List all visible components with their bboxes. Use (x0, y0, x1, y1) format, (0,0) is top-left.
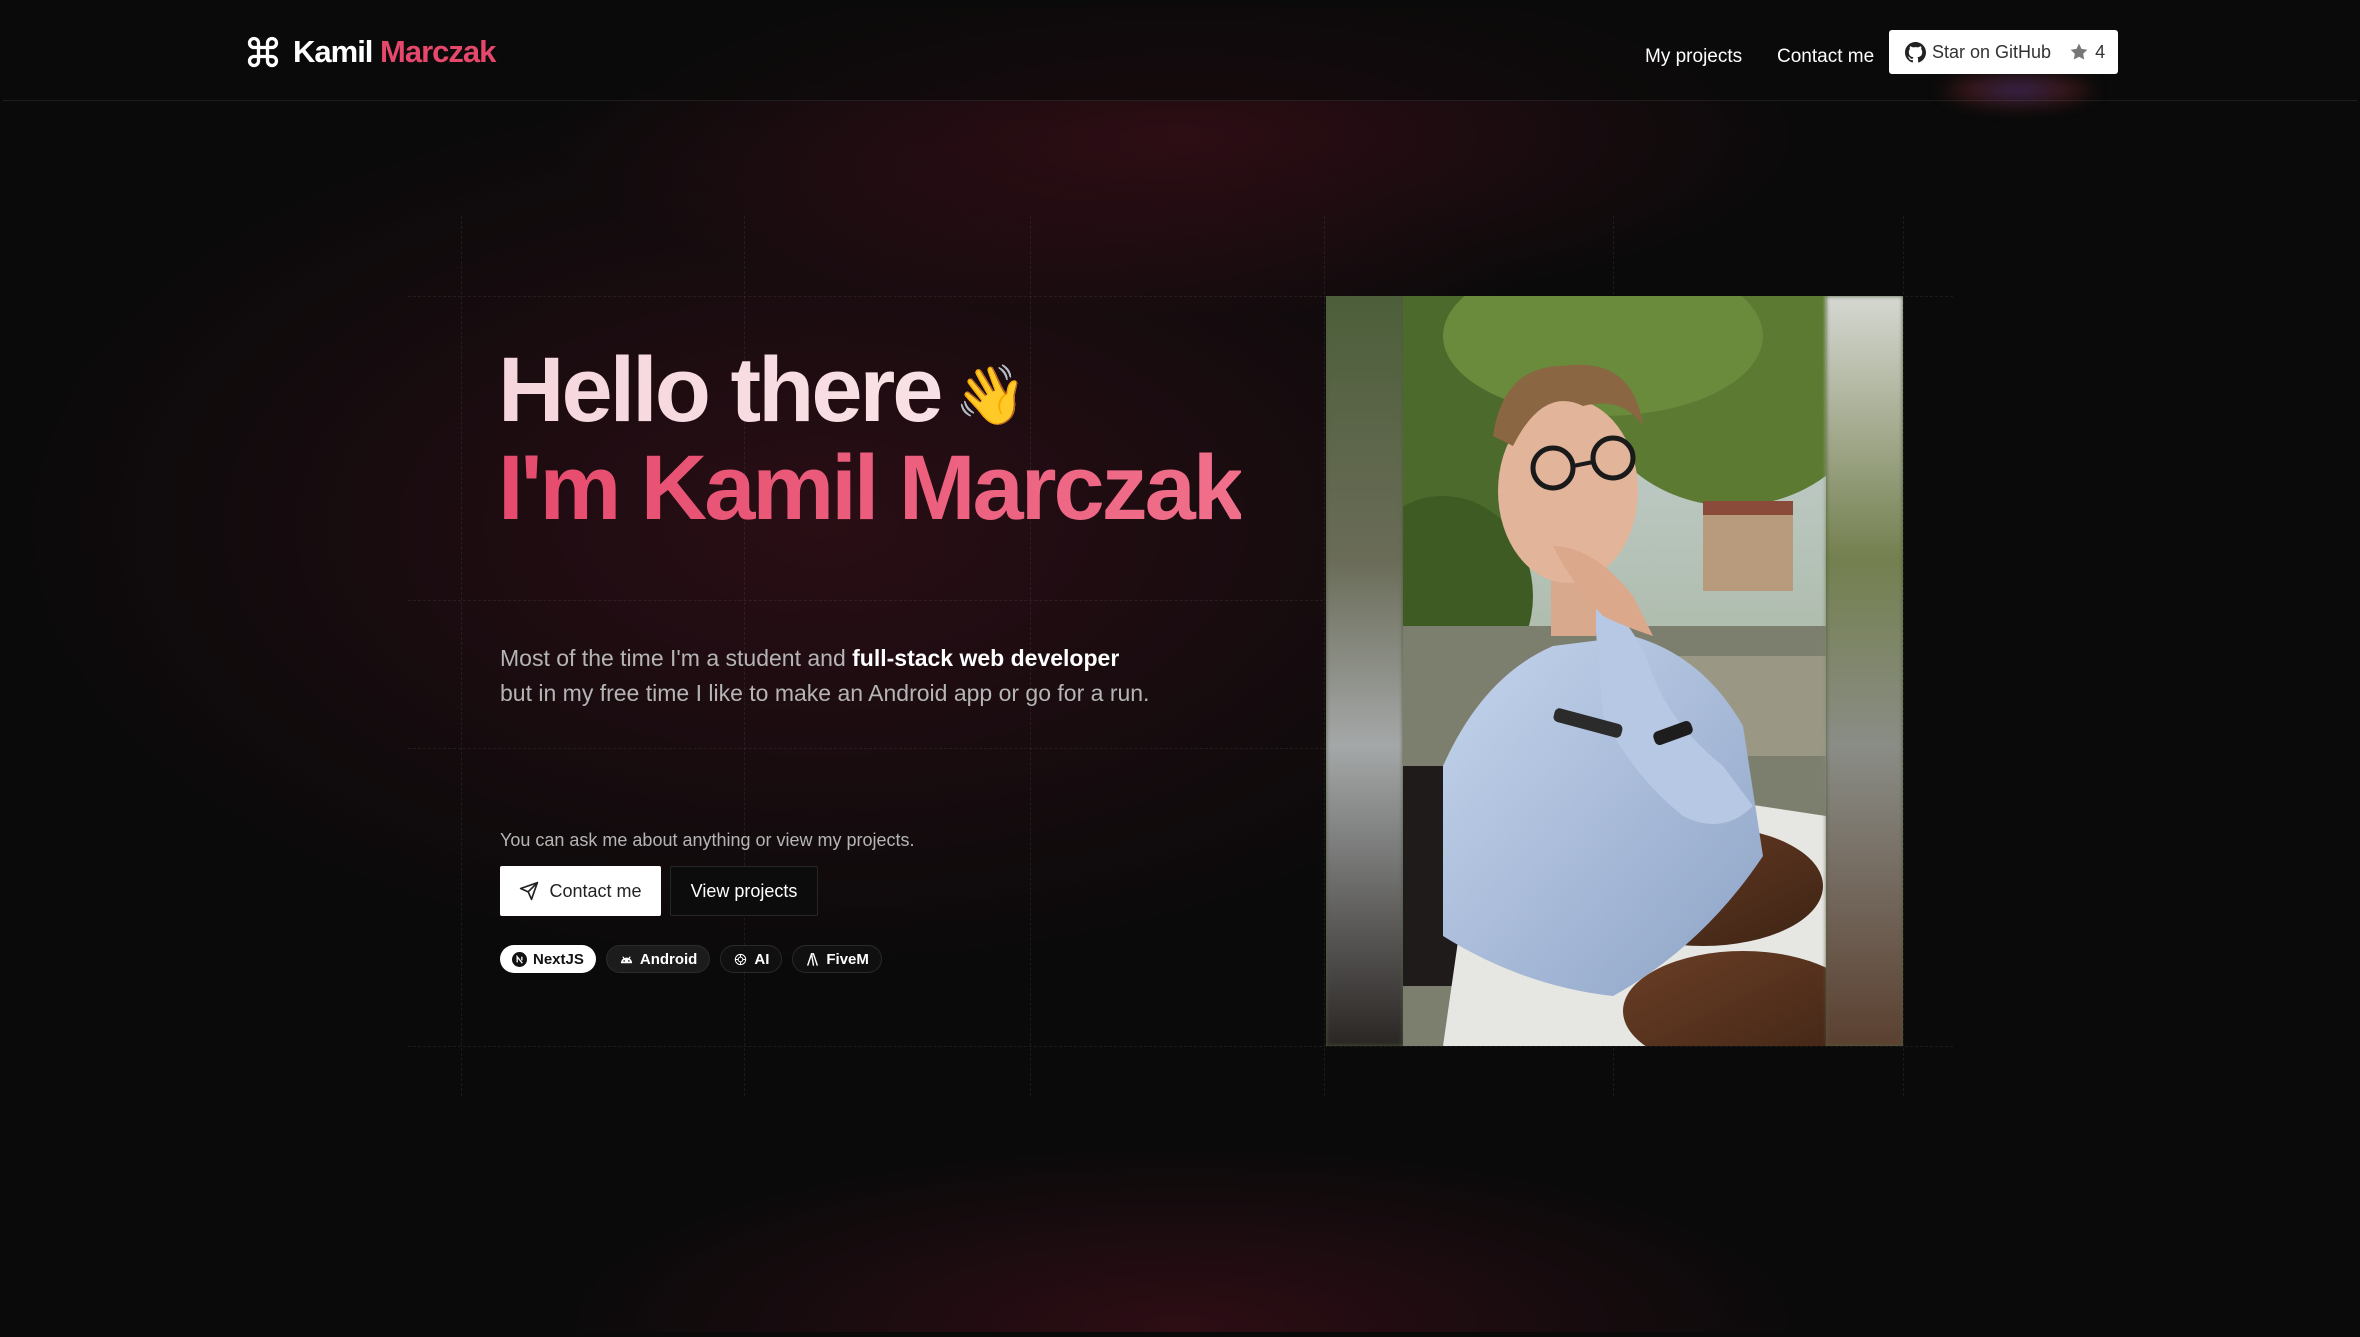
badge-fivem-label: FiveM (826, 950, 869, 968)
brand-logo[interactable]: Kamil Marczak (245, 34, 496, 70)
hero-description: Most of the time I'm a student and full-… (500, 641, 1149, 711)
android-icon (620, 955, 632, 963)
portrait-image (1403, 296, 1826, 1046)
grid-line (408, 600, 1328, 601)
badge-ai[interactable]: AI (720, 945, 783, 973)
badge-fivem[interactable]: FiveM (792, 945, 882, 973)
brand-name: Kamil Marczak (293, 34, 496, 70)
badge-android[interactable]: Android (605, 945, 711, 973)
github-star-count: 4 (2095, 41, 2106, 62)
photo-blur-right (1826, 296, 1903, 1046)
hero-greeting: Hello there 👋 (498, 344, 1241, 442)
github-button-label: Star on GitHub (1932, 41, 2052, 62)
badge-android-label: Android (639, 950, 698, 968)
nextjs-icon (512, 951, 527, 967)
grid-line (408, 1046, 1953, 1047)
description-part2: but in my free time I like to make an An… (500, 680, 1150, 706)
view-projects-button-label: View projects (690, 880, 798, 901)
hero-title: Hello there 👋 I'm Kamil Marczak (498, 344, 1244, 539)
command-icon (247, 36, 279, 68)
hero-greeting-text: Hello there (498, 339, 941, 441)
hero-name: I'm Kamil Marczak (498, 437, 1244, 539)
nav-link-contact-me[interactable]: Contact me (1777, 46, 1874, 68)
badge-ai-label: AI (754, 950, 770, 968)
waving-hand-icon: 👋 (954, 363, 1027, 428)
grid-line (408, 748, 1328, 749)
badge-nextjs-label: NextJS (533, 950, 584, 968)
badge-nextjs[interactable]: NextJS (500, 945, 596, 973)
grid-line (1324, 216, 1325, 1096)
fivem-icon (807, 952, 819, 966)
star-icon (2070, 43, 2088, 60)
profile-photo (1326, 296, 1903, 1046)
github-icon (1905, 41, 1926, 62)
brand-last-name: Marczak (380, 34, 496, 69)
nav-link-my-projects[interactable]: My projects (1645, 46, 1742, 68)
github-button-glow (1933, 70, 2103, 110)
grid-line (1903, 216, 1904, 1096)
page-frame: Kamil Marczak My projects Contact me Sta… (3, 6, 2357, 1332)
tech-badges: NextJS Android AI FiveM (500, 945, 882, 973)
contact-me-button-label: Contact me (549, 880, 642, 901)
brand-first-name: Kamil (293, 34, 373, 69)
grid-line (461, 216, 462, 1096)
openai-icon (735, 953, 747, 965)
description-bold: full-stack web developer (852, 645, 1120, 671)
contact-me-button[interactable]: Contact me (500, 866, 661, 916)
send-icon (520, 881, 539, 901)
navbar: Kamil Marczak My projects Contact me Sta… (3, 6, 2357, 110)
view-projects-button[interactable]: View projects (670, 866, 818, 916)
star-on-github-button[interactable]: Star on GitHub 4 (1889, 30, 2118, 74)
photo-blur-left (1326, 296, 1403, 1046)
ask-text: You can ask me about anything or view my… (500, 830, 915, 850)
description-part1: Most of the time I'm a student and (500, 645, 853, 671)
